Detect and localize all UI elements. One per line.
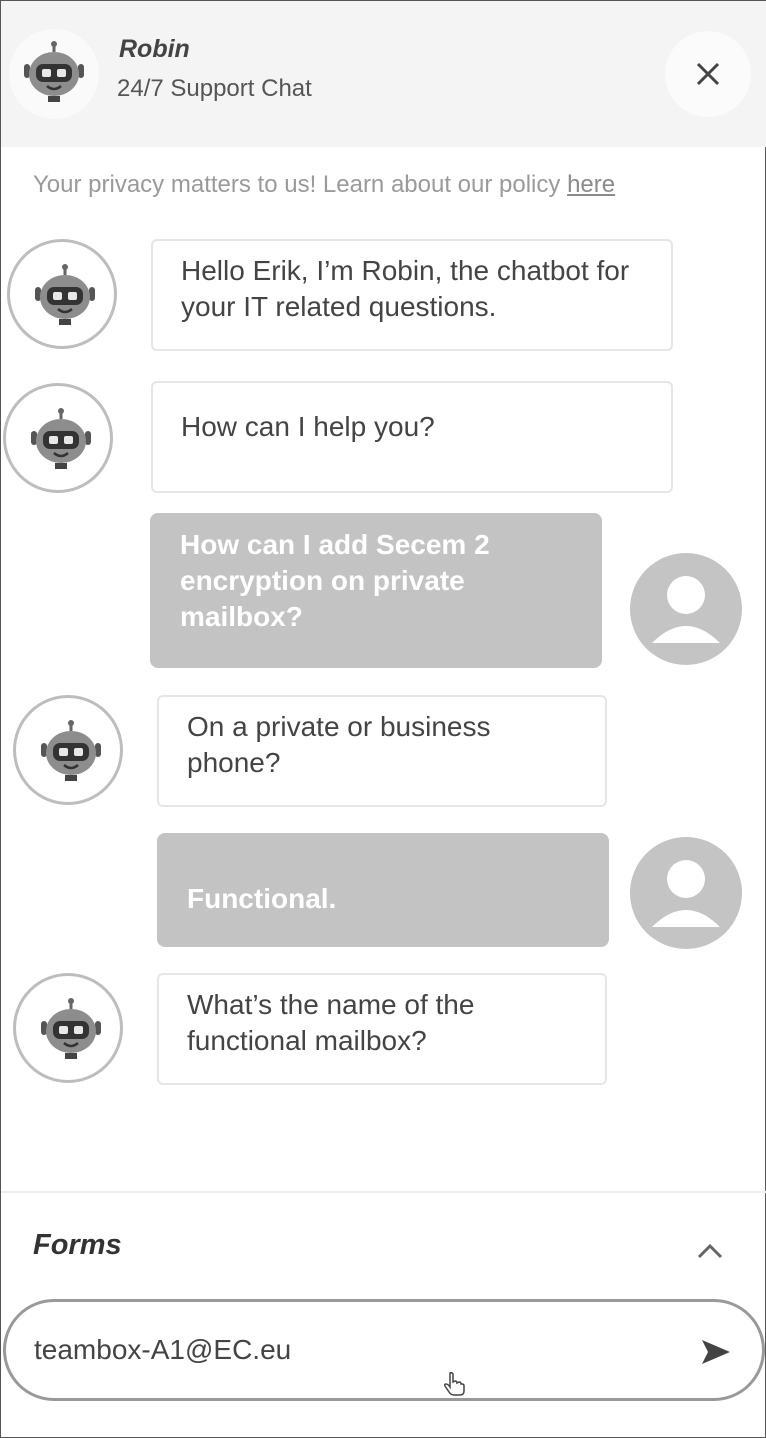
bot-avatar bbox=[13, 695, 123, 805]
user-message: Functional. bbox=[157, 833, 609, 947]
message-input[interactable] bbox=[34, 1328, 674, 1372]
privacy-text: Your privacy matters to us! Learn about … bbox=[33, 171, 568, 198]
close-icon bbox=[696, 62, 720, 86]
chat-window: Robin 24/7 Support Chat Your privacy mat… bbox=[0, 0, 766, 1438]
divider bbox=[1, 1191, 766, 1193]
bot-avatar bbox=[13, 973, 123, 1083]
bot-message: On a private or business phone? bbox=[157, 695, 607, 807]
user-avatar bbox=[630, 837, 742, 949]
robot-icon bbox=[29, 407, 93, 471]
robot-icon bbox=[22, 40, 86, 104]
chat-header: Robin 24/7 Support Chat bbox=[1, 1, 766, 147]
forms-label: Forms bbox=[33, 1229, 122, 1261]
message-input-container bbox=[3, 1299, 765, 1401]
user-message: How can I add Secem 2 encryption on priv… bbox=[150, 513, 602, 668]
send-icon[interactable] bbox=[696, 1332, 736, 1372]
privacy-policy-link[interactable]: here bbox=[567, 171, 615, 198]
bot-message: How can I help you? bbox=[151, 381, 673, 493]
user-avatar bbox=[630, 553, 742, 665]
bot-message: What’s the name of the functional mailbo… bbox=[157, 973, 607, 1085]
bot-name: Robin bbox=[119, 35, 190, 63]
bot-avatar bbox=[9, 29, 99, 119]
hand-cursor-icon bbox=[443, 1371, 465, 1396]
robot-icon bbox=[33, 263, 97, 327]
chevron-up-icon[interactable] bbox=[695, 1241, 725, 1261]
robot-icon bbox=[39, 719, 103, 783]
chat-subtitle: 24/7 Support Chat bbox=[117, 75, 312, 102]
privacy-notice: Your privacy matters to us! Learn about … bbox=[33, 171, 615, 199]
user-icon bbox=[652, 576, 720, 643]
robot-icon bbox=[39, 997, 103, 1061]
bot-avatar bbox=[3, 383, 113, 493]
bot-message: Hello Erik, I’m Robin, the chatbot for y… bbox=[151, 239, 673, 351]
close-button[interactable] bbox=[665, 31, 751, 117]
user-icon bbox=[652, 860, 720, 927]
bot-avatar bbox=[7, 239, 117, 349]
